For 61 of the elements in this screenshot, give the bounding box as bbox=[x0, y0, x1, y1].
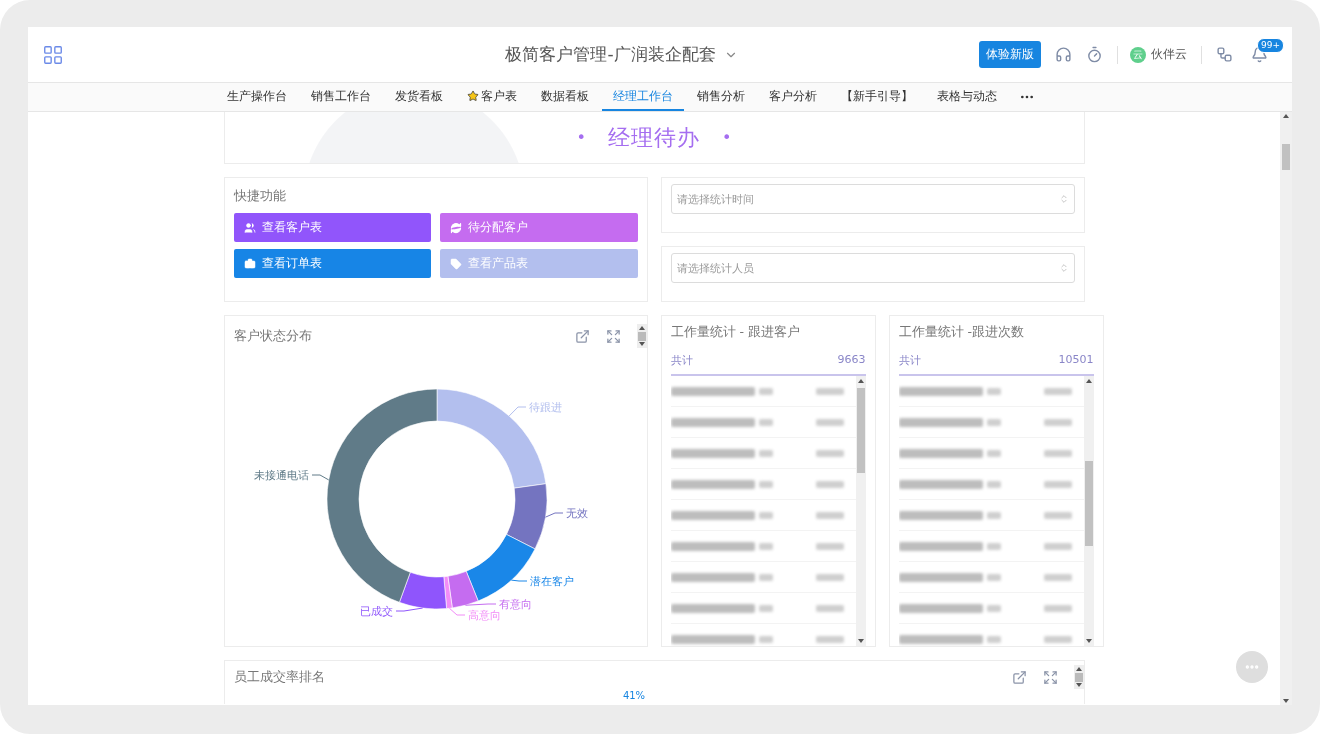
trial-button[interactable]: 体验新版 bbox=[979, 41, 1041, 68]
headset-icon[interactable] bbox=[1055, 46, 1072, 63]
total-value: 10501 bbox=[1058, 353, 1094, 368]
timer-icon[interactable] bbox=[1086, 46, 1103, 63]
slice-label: 高意向 bbox=[467, 609, 501, 622]
expand-icon[interactable] bbox=[1042, 669, 1058, 685]
leader-line bbox=[510, 579, 527, 582]
star-icon bbox=[467, 90, 479, 102]
expand-icon[interactable] bbox=[605, 328, 621, 344]
scrollbar[interactable] bbox=[855, 376, 866, 646]
tag-icon bbox=[450, 257, 462, 270]
slice-label: 有意向 bbox=[498, 598, 532, 611]
sort-arrows-icon bbox=[1058, 263, 1069, 273]
quick-button[interactable]: 查看客户表 bbox=[233, 213, 431, 242]
slice-label: 未接通电话 bbox=[253, 469, 309, 482]
users-icon bbox=[243, 221, 256, 234]
banner-dot: • bbox=[722, 128, 732, 147]
leader-line bbox=[395, 607, 423, 612]
briefcase-icon bbox=[243, 257, 256, 270]
slice-label: 待跟进 bbox=[528, 401, 562, 414]
sort-arrows-icon bbox=[1058, 194, 1069, 204]
total-label: 共计 bbox=[898, 353, 921, 368]
leader-line bbox=[508, 406, 526, 417]
nav-tab[interactable]: 【新手引导】 bbox=[830, 83, 924, 111]
card-title: 员工成交率排名 bbox=[233, 668, 325, 686]
quick-button[interactable]: 查看订单表 bbox=[233, 249, 431, 278]
slice-label: 无效 bbox=[565, 507, 588, 520]
nav-tab[interactable]: 销售分析 bbox=[686, 83, 756, 111]
nav-tab[interactable]: 客户表 bbox=[456, 83, 528, 111]
nav-tab[interactable]: 表格与动态 bbox=[926, 83, 1008, 111]
card-title: 工作量统计 - 跟进客户 bbox=[670, 324, 801, 341]
bell-icon[interactable] bbox=[1251, 46, 1268, 63]
notification-badge: 99+ bbox=[1257, 38, 1284, 53]
app-title: 极简客户管理-广润装企配套 bbox=[505, 43, 716, 66]
user-name[interactable]: 伙伴云 bbox=[1151, 46, 1187, 63]
banner-title: 经理待办 bbox=[608, 123, 700, 152]
nav-tab[interactable]: 数据看板 bbox=[530, 83, 600, 111]
nav-tab[interactable]: 生产操作台 bbox=[216, 83, 298, 111]
card-title: 工作量统计 -跟进次数 bbox=[898, 324, 1025, 341]
leader-line bbox=[544, 512, 563, 518]
card-title: 快捷功能 bbox=[233, 188, 287, 205]
rate-value: 41% bbox=[621, 690, 647, 702]
page-scrollbar[interactable] bbox=[1280, 112, 1292, 705]
nav-tab[interactable]: 客户分析 bbox=[758, 83, 828, 111]
leader-line bbox=[311, 474, 329, 481]
external-link-icon[interactable] bbox=[1011, 669, 1027, 685]
external-link-icon[interactable] bbox=[574, 328, 590, 344]
nav-tab[interactable]: 发货看板 bbox=[384, 83, 454, 111]
nav-tab[interactable]: 销售工作台 bbox=[300, 83, 382, 111]
refresh-icon bbox=[450, 221, 462, 234]
banner-dot: • bbox=[576, 128, 586, 147]
apps-grid-icon[interactable] bbox=[42, 43, 64, 66]
total-label: 共计 bbox=[670, 353, 693, 368]
slice-label: 已成交 bbox=[359, 605, 393, 618]
scrollbar[interactable] bbox=[636, 324, 647, 348]
total-value: 9663 bbox=[837, 353, 866, 368]
slice-label: 潜在客户 bbox=[529, 575, 574, 588]
workflow-icon[interactable] bbox=[1216, 46, 1233, 63]
scrollbar[interactable] bbox=[1083, 376, 1094, 646]
card-title: 客户状态分布 bbox=[233, 327, 312, 345]
scrollbar[interactable] bbox=[1073, 665, 1084, 689]
